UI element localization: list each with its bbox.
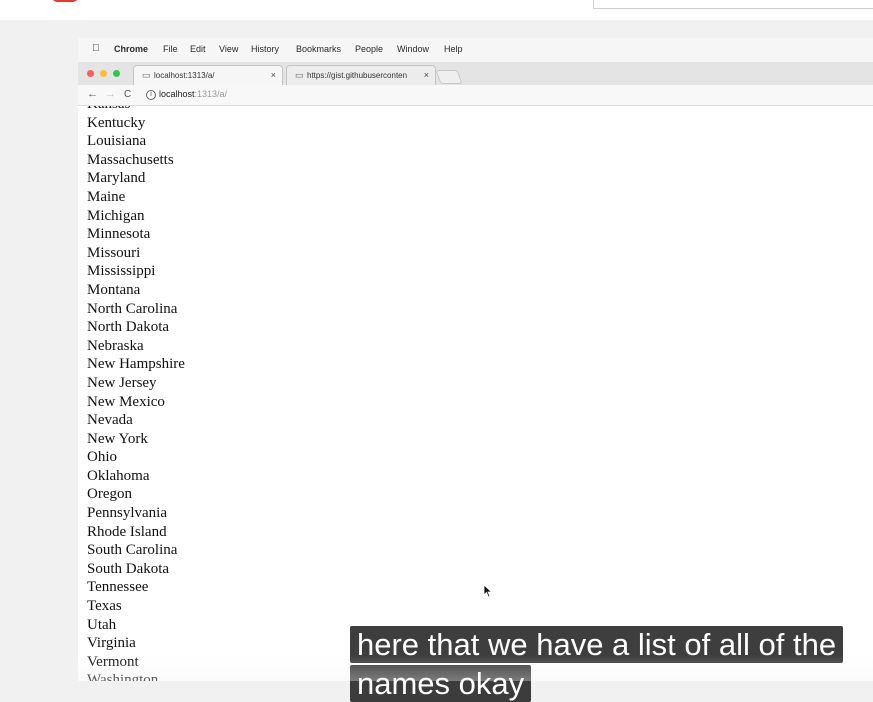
- close-window-icon[interactable]: [87, 70, 94, 77]
- state-list-item: Nebraska: [87, 337, 144, 354]
- state-list-item: Kentucky: [87, 114, 146, 131]
- url-field[interactable]: localhost:1313/a/: [159, 89, 227, 99]
- minimize-window-icon[interactable]: [100, 70, 107, 77]
- state-list-item: South Carolina: [87, 542, 178, 559]
- menu-help[interactable]: Help: [444, 44, 463, 54]
- menu-edit[interactable]: Edit: [190, 44, 206, 54]
- state-list-item: Vermont: [87, 653, 139, 670]
- screen-recording:  Chrome File Edit View History Bookmark…: [78, 38, 873, 681]
- apple-icon[interactable]: : [92, 43, 100, 54]
- state-list-item: Oregon: [87, 486, 132, 503]
- new-tab-button[interactable]: [435, 70, 463, 84]
- caption-line-2: names okay: [350, 665, 532, 702]
- url-host: localhost: [159, 89, 195, 99]
- tab-strip: ▭ localhost:1313/a/ × ▭ https://gist.git…: [78, 63, 873, 85]
- caption-line-1: here that we have a list of all of the: [350, 626, 844, 663]
- back-arrow-icon[interactable]: ←: [87, 88, 98, 100]
- state-list-item: North Dakota: [87, 319, 170, 336]
- page-content: KansasKentucky LouisianaMassachusetts Mary…: [78, 106, 873, 681]
- tab-label: localhost:1313/a/: [154, 71, 215, 80]
- state-list-item: Virginia: [87, 635, 136, 652]
- state-list: KansasKentucky LouisianaMassachusetts Mary…: [87, 106, 185, 681]
- state-list-item: Mississippi: [87, 263, 156, 280]
- state-list-item: Tennessee: [87, 579, 149, 596]
- address-bar: ← → C i localhost:1313/a/: [78, 85, 873, 106]
- youtube-header: [0, 0, 873, 20]
- reload-icon[interactable]: C: [124, 89, 131, 100]
- info-icon[interactable]: i: [146, 90, 156, 100]
- video-caption: here that we have a list of all of the n…: [350, 626, 873, 702]
- menu-history[interactable]: History: [251, 44, 279, 54]
- state-list-item: New York: [87, 430, 148, 447]
- state-list-item: Minnesota: [87, 226, 151, 243]
- youtube-logo[interactable]: [52, 0, 78, 2]
- menu-app-name[interactable]: Chrome: [114, 44, 148, 54]
- menu-window[interactable]: Window: [397, 44, 429, 54]
- page-icon: ▭: [142, 70, 151, 80]
- state-list-item: Pennsylvania: [87, 505, 167, 522]
- menu-file[interactable]: File: [163, 44, 178, 54]
- state-list-item: Nevada: [87, 412, 133, 429]
- state-list-item: Washington: [87, 672, 159, 681]
- youtube-search-box[interactable]: [593, 0, 873, 9]
- state-list-item: New Hampshire: [87, 356, 185, 373]
- state-list-item: New Jersey: [87, 374, 157, 391]
- menu-bookmarks[interactable]: Bookmarks: [296, 44, 341, 54]
- tab-gist[interactable]: ▭ https://gist.githubuserconten ×: [286, 65, 436, 85]
- state-list-item: Maryland: [87, 170, 146, 187]
- tab-label: https://gist.githubuserconten: [307, 71, 408, 80]
- state-list-item: Texas: [87, 598, 122, 615]
- close-icon[interactable]: ×: [271, 70, 276, 80]
- close-icon[interactable]: ×: [424, 70, 429, 80]
- forward-arrow-icon[interactable]: →: [105, 88, 116, 100]
- state-list-item: Massachusetts: [87, 151, 174, 168]
- mac-menubar:  Chrome File Edit View History Bookmark…: [78, 38, 873, 63]
- state-list-item: Oklahoma: [87, 467, 150, 484]
- menu-view[interactable]: View: [219, 44, 238, 54]
- url-path: :1313/a/: [194, 89, 228, 99]
- state-list-item: Kansas: [87, 106, 185, 114]
- state-list-item: South Dakota: [87, 560, 170, 577]
- state-list-item: Maine: [87, 188, 126, 205]
- state-list-item: North Carolina: [87, 300, 178, 317]
- state-list-item: New Mexico: [87, 393, 165, 410]
- tab-localhost[interactable]: ▭ localhost:1313/a/ ×: [133, 65, 283, 85]
- state-list-item: Montana: [87, 281, 141, 298]
- page-icon: ▭: [295, 70, 304, 80]
- zoom-window-icon[interactable]: [113, 70, 120, 77]
- state-list-item: Ohio: [87, 449, 117, 466]
- state-list-item: Missouri: [87, 244, 141, 261]
- state-list-item: Michigan: [87, 207, 145, 224]
- mouse-pointer-icon: [483, 584, 493, 598]
- state-list-item: Rhode Island: [87, 523, 167, 540]
- state-list-item: Louisiana: [87, 133, 147, 150]
- menu-people[interactable]: People: [355, 44, 383, 54]
- state-list-item: Utah: [87, 616, 117, 633]
